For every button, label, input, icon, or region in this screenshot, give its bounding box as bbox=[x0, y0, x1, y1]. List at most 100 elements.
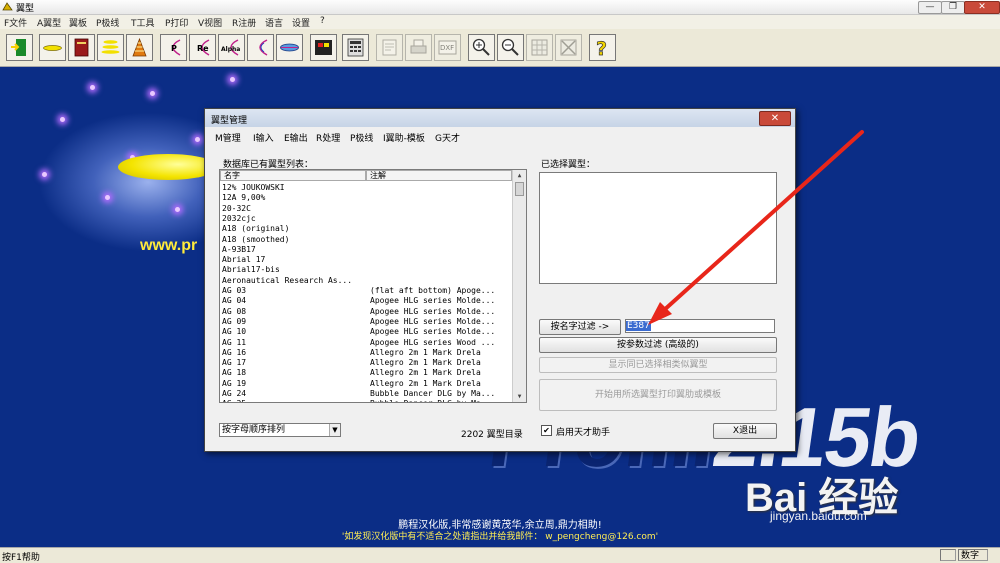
name-filter-input[interactable]: E387 bbox=[625, 319, 775, 333]
dropdown-arrow-icon[interactable]: ▼ bbox=[329, 424, 340, 436]
list-item[interactable]: Abrial17-bis bbox=[220, 265, 512, 275]
airfoil-note: Allegro 2m 1 Mark Drela bbox=[370, 347, 481, 357]
menu-settings[interactable]: 设置 bbox=[292, 16, 310, 29]
dialog-menu-polar[interactable]: P极线 bbox=[350, 131, 373, 144]
menu-file[interactable]: F文件 bbox=[4, 16, 27, 29]
dialog-menu-export[interactable]: E输出 bbox=[284, 131, 308, 144]
list-item[interactable]: AG 04 Apogee HLG series Molde... bbox=[220, 296, 512, 306]
airfoil-note: Allegro 2m 1 Mark Drela bbox=[370, 358, 481, 368]
list-item[interactable]: AG 11 Apogee HLG series Wood ... bbox=[220, 338, 512, 348]
polar-re-icon[interactable]: Re bbox=[189, 34, 216, 61]
airfoil-note: Apogee HLG series Molde... bbox=[370, 316, 496, 326]
show-similar-button[interactable]: 显示同已选择相类似翼型 bbox=[539, 357, 777, 373]
list-item[interactable]: 12% JOUKOWSKI bbox=[220, 183, 512, 193]
exit-door-icon[interactable] bbox=[6, 34, 33, 61]
list-item[interactable]: 2032cjc bbox=[220, 214, 512, 224]
list-item[interactable]: AG 24 Bubble Dancer DLG by Ma... bbox=[220, 389, 512, 399]
airfoil-name: A-93B17 bbox=[222, 244, 256, 254]
print-preview-icon[interactable] bbox=[376, 34, 403, 61]
airfoil-name: 20-32C bbox=[222, 203, 251, 213]
zoom-in-icon[interactable] bbox=[468, 34, 495, 61]
list-item[interactable]: AG 09 Apogee HLG series Molde... bbox=[220, 317, 512, 327]
airfoil-name: Abrial17-bis bbox=[222, 265, 280, 275]
menu-language[interactable]: 语言 bbox=[265, 16, 283, 29]
dxf-icon[interactable]: DXF bbox=[434, 34, 461, 61]
menu-register[interactable]: R注册 bbox=[232, 16, 256, 29]
dialog-menu-import[interactable]: I输入 bbox=[253, 131, 274, 144]
stack-icon[interactable] bbox=[97, 34, 124, 61]
sparkle bbox=[105, 195, 110, 200]
airfoil-count-label: 翼型目录 bbox=[486, 430, 523, 440]
airfoil-shape-icon[interactable] bbox=[276, 34, 303, 61]
book-icon[interactable] bbox=[68, 34, 95, 61]
dialog-titlebar: 翼型管理 ✕ bbox=[205, 109, 795, 127]
list-scrollbar[interactable]: ▲ ▼ bbox=[512, 170, 526, 402]
menu-polar[interactable]: P极线 bbox=[96, 16, 119, 29]
param-filter-button[interactable]: 按参数过滤 (高级的) bbox=[539, 337, 777, 353]
list-header: 名字 注解 bbox=[220, 170, 512, 182]
list-item[interactable]: AG 17 Allegro 2m 1 Mark Drela bbox=[220, 358, 512, 368]
list-item[interactable]: Abrial 17 bbox=[220, 255, 512, 265]
help-icon[interactable]: ? bbox=[589, 34, 616, 61]
list-item[interactable]: AG 08 Apogee HLG series Molde... bbox=[220, 307, 512, 317]
list-item[interactable]: AG 16 Allegro 2m 1 Mark Drela bbox=[220, 348, 512, 358]
list-item[interactable]: A18 (original) bbox=[220, 224, 512, 234]
svg-text:Alpha: Alpha bbox=[221, 46, 240, 53]
tower-icon[interactable] bbox=[126, 34, 153, 61]
dialog-menu-process[interactable]: R处理 bbox=[316, 131, 340, 144]
dialog-menu-rib-template[interactable]: I翼助-模板 bbox=[383, 131, 425, 144]
close-button[interactable]: ✕ bbox=[964, 1, 1000, 14]
list-item[interactable]: A18 (smoothed) bbox=[220, 235, 512, 245]
sort-order-select[interactable]: 按字母顺序排列 ▼ bbox=[219, 423, 341, 437]
minimize-button[interactable]: — bbox=[918, 1, 942, 14]
grid-icon[interactable] bbox=[526, 34, 553, 61]
curve-icon[interactable] bbox=[247, 34, 274, 61]
scroll-down-icon[interactable]: ▼ bbox=[513, 391, 526, 402]
list-item[interactable]: 12A 9,00% bbox=[220, 193, 512, 203]
list-item[interactable]: Aeronautical Research As... bbox=[220, 276, 512, 286]
list-item[interactable]: AG 10 Apogee HLG series Molde... bbox=[220, 327, 512, 337]
airfoil-list[interactable]: 名字 注解 ▲ ▼ 12% JOUKOWSKI 12A 9,00% 20-32C 20… bbox=[219, 169, 527, 403]
column-header-note[interactable]: 注解 bbox=[366, 170, 512, 181]
list-item[interactable]: AG 19 Allegro 2m 1 Mark Drela bbox=[220, 379, 512, 389]
statusbar: 按F1帮助 数字 bbox=[0, 547, 1000, 563]
airfoil-name: AG 11 bbox=[222, 337, 247, 347]
list-item[interactable]: AG 03 (flat aft bottom) Apoge... bbox=[220, 286, 512, 296]
menu-print[interactable]: P打印 bbox=[165, 16, 188, 29]
menu-help[interactable]: ? bbox=[320, 16, 325, 26]
status-numlock: 数字 bbox=[958, 549, 988, 561]
list-item[interactable]: 20-32C bbox=[220, 204, 512, 214]
maximize-button[interactable]: ❐ bbox=[941, 1, 965, 14]
menu-airfoil[interactable]: A翼型 bbox=[37, 16, 61, 29]
polar-p-icon[interactable]: P bbox=[160, 34, 187, 61]
dialog-menu-genius[interactable]: G天才 bbox=[435, 131, 460, 144]
polar-alpha-icon[interactable]: Alpha bbox=[218, 34, 245, 61]
genius-checkbox[interactable]: ✔ bbox=[541, 425, 552, 436]
exit-button[interactable]: X退出 bbox=[713, 423, 777, 439]
printer-icon[interactable] bbox=[405, 34, 432, 61]
selected-airfoils-list[interactable] bbox=[539, 172, 777, 284]
dialog-menu-manage[interactable]: M管理 bbox=[215, 131, 241, 144]
zoom-out-icon[interactable] bbox=[497, 34, 524, 61]
airfoil-name: AG 16 bbox=[222, 347, 247, 357]
print-template-button[interactable]: 开始用所选翼型打印翼肋或模板 bbox=[539, 379, 777, 411]
dialog-title: 翼型管理 bbox=[211, 116, 248, 126]
list-item[interactable]: A-93B17 bbox=[220, 245, 512, 255]
svg-text:?: ? bbox=[596, 38, 607, 58]
export-icon[interactable] bbox=[310, 34, 337, 61]
list-item[interactable]: AG 25 Bubble Dancer DLG by Ma... bbox=[220, 399, 512, 402]
airfoil-note: Bubble Dancer DLG by Ma... bbox=[370, 389, 496, 398]
list-item[interactable]: AG 18 Allegro 2m 1 Mark Drela bbox=[220, 368, 512, 378]
menu-view[interactable]: V视图 bbox=[198, 16, 222, 29]
calculator-icon[interactable] bbox=[342, 34, 369, 61]
name-filter-button[interactable]: 按名字过滤 -> bbox=[539, 319, 621, 335]
column-header-name[interactable]: 名字 bbox=[220, 170, 366, 181]
scroll-thumb[interactable] bbox=[515, 182, 524, 196]
dialog-close-button[interactable]: ✕ bbox=[759, 111, 791, 126]
airfoil-icon[interactable] bbox=[39, 34, 66, 61]
menu-tools[interactable]: T工具 bbox=[131, 16, 155, 29]
scroll-up-icon[interactable]: ▲ bbox=[513, 170, 526, 181]
svg-text:P: P bbox=[171, 44, 177, 53]
cancel-box-icon[interactable] bbox=[555, 34, 582, 61]
menu-wing-panel[interactable]: 翼板 bbox=[69, 16, 87, 29]
